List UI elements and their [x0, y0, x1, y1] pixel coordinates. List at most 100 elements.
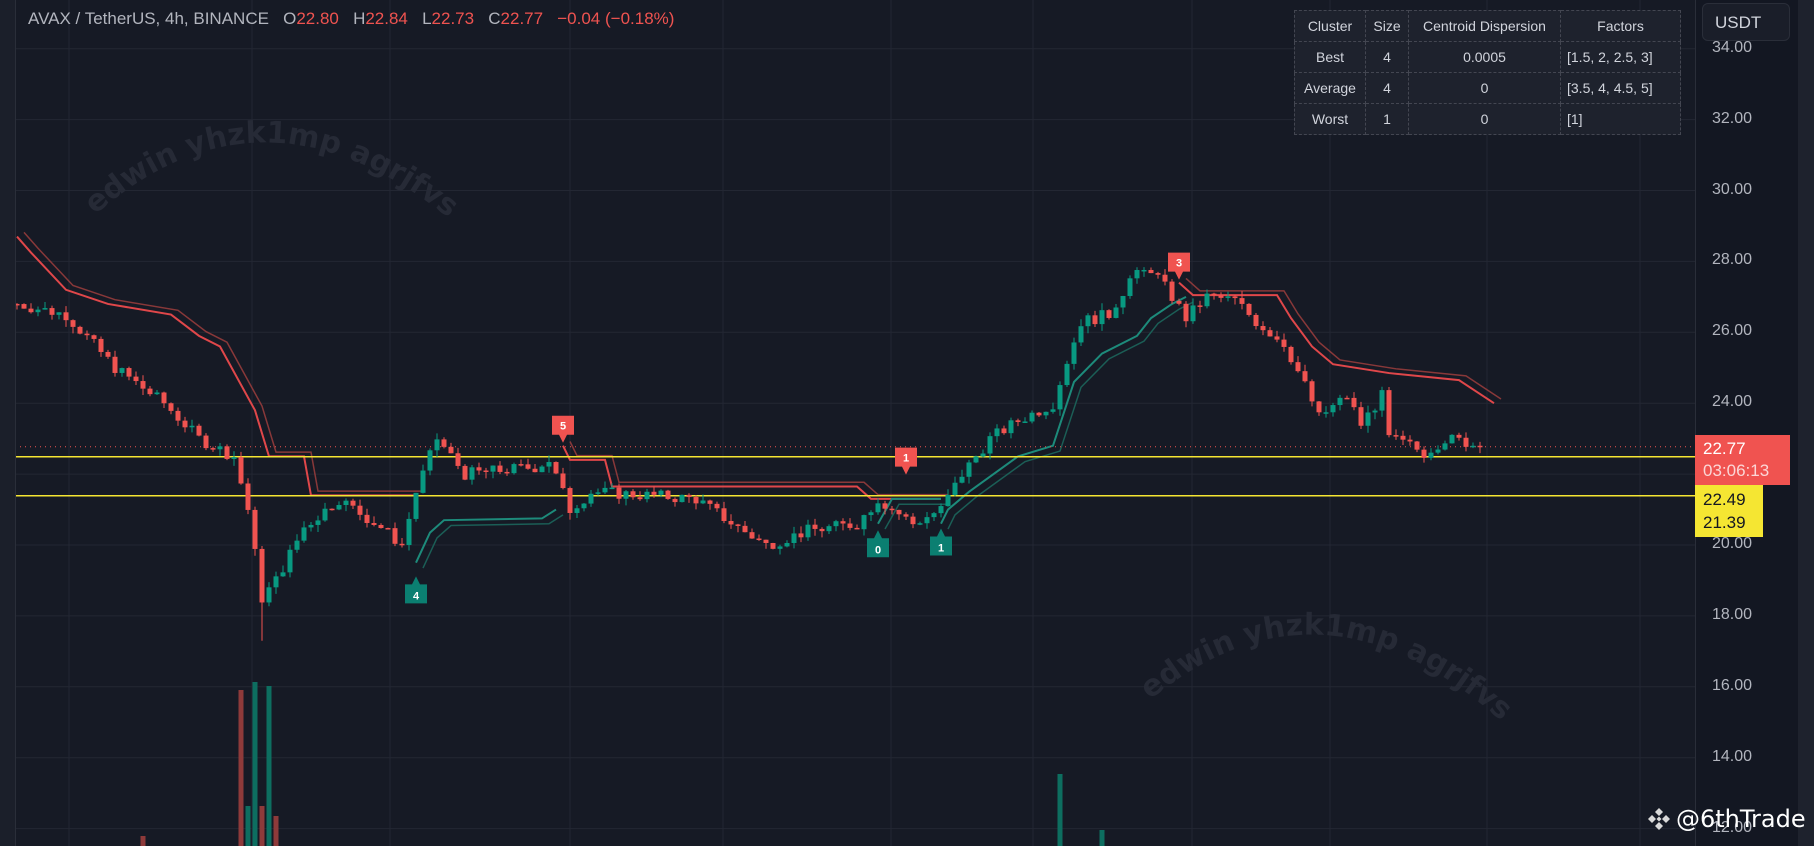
tick-label: 24.00 [1712, 393, 1753, 411]
candle-down [1232, 296, 1238, 299]
candle-up [987, 436, 993, 454]
volume-bar [252, 682, 258, 846]
candle-down [364, 514, 370, 523]
candle-down [560, 473, 566, 489]
candle-down [518, 464, 524, 466]
candle-down [1211, 293, 1217, 296]
candle-up [917, 523, 923, 525]
candle-down [1197, 305, 1203, 307]
candle-up [1043, 411, 1049, 416]
candle-up [42, 308, 48, 310]
candle-down [1218, 295, 1224, 298]
candle-down [385, 528, 391, 530]
candle-up [231, 457, 237, 459]
level-upper-label: 22.49 [1703, 490, 1746, 509]
candle-up [875, 503, 881, 513]
candle-down [259, 548, 265, 603]
candle-up [644, 491, 650, 500]
candle-down [126, 368, 132, 377]
currency-button[interactable]: USDT [1702, 3, 1790, 41]
table-row: Average 4 0 [3.5, 4, 4.5, 5] [1294, 72, 1681, 104]
candle-down [721, 508, 727, 522]
candle-down [357, 505, 363, 515]
candle-up [966, 462, 972, 477]
candle-down [497, 465, 503, 472]
binance-logo-icon [1648, 808, 1670, 830]
candle-up [1008, 420, 1014, 434]
candle-up [868, 512, 874, 516]
table-cell: Average [1294, 72, 1366, 104]
candle-down [1106, 310, 1112, 318]
candle-down [1463, 437, 1469, 447]
signal-label: 0 [875, 544, 881, 556]
candle-up [1379, 390, 1385, 411]
candle-up [602, 487, 608, 493]
candle-down [1302, 371, 1308, 382]
candle-down [819, 528, 825, 532]
candle-down [371, 522, 377, 525]
candle-down [70, 320, 76, 327]
candle-up [1022, 421, 1028, 423]
candle-down [1001, 428, 1007, 434]
supertrend-lower-line [940, 295, 1187, 525]
tick-label: 32.00 [1712, 109, 1753, 127]
volume-bar [1099, 830, 1105, 846]
supertrend-lower-line [877, 497, 941, 525]
candle-down [1407, 439, 1413, 442]
brand-watermark: @6thTrade [1646, 805, 1806, 833]
candle-down [910, 516, 916, 525]
last-price-label: 22.77 03:06:13 [1695, 435, 1790, 485]
candle-down [1309, 381, 1315, 402]
candle-up [1064, 363, 1070, 386]
table-cell: Worst [1294, 103, 1366, 135]
candle-down [140, 381, 146, 389]
candle-down [798, 533, 804, 538]
candle-down [532, 468, 538, 473]
high-label: H [353, 9, 366, 28]
table-header: Centroid Dispersion [1408, 10, 1561, 42]
left-toolbar-edge [0, 0, 16, 846]
right-panel-edge [1798, 0, 1814, 846]
candle-up [581, 503, 587, 509]
volume-bars [140, 682, 1105, 846]
tick-label: 14.00 [1712, 747, 1753, 765]
candle-up [1428, 452, 1434, 458]
table-cell: 4 [1365, 41, 1409, 73]
candle-up [1120, 295, 1126, 308]
low-label: L [422, 9, 432, 28]
candle-up [931, 513, 937, 518]
candle-up [189, 425, 195, 428]
candle-down [896, 509, 902, 515]
candle-down [847, 523, 853, 528]
candle-down [714, 503, 720, 509]
candle-down [1253, 314, 1259, 327]
candle-down [504, 471, 510, 474]
table-cell: 4 [1365, 72, 1409, 104]
candle-down [1316, 401, 1322, 413]
candle-up [322, 508, 328, 521]
tick-label: 28.00 [1712, 251, 1753, 269]
candle-down [455, 453, 461, 466]
candle-up [833, 521, 839, 527]
candle-up [1141, 269, 1147, 272]
candle-up [1470, 445, 1476, 448]
candle-down [728, 521, 734, 525]
candle-up [1134, 270, 1140, 279]
signal-label: 4 [413, 590, 420, 602]
candle-up [287, 549, 293, 573]
candle-up [952, 482, 958, 495]
candle-down [392, 528, 398, 544]
supertrend-upper-line-2 [23, 231, 423, 492]
candle-up [1078, 326, 1084, 343]
candle-down [476, 467, 482, 471]
candle-down [1477, 445, 1483, 448]
candle-down [889, 508, 895, 511]
candle-down [161, 392, 167, 404]
candle-down [196, 425, 202, 436]
candle-up [1099, 310, 1105, 325]
symbol-info[interactable]: AVAX / TetherUS, 4h, BINANCE [28, 9, 269, 28]
candle-up [308, 524, 314, 528]
candle-down [854, 527, 860, 530]
candle-down [1288, 346, 1294, 363]
table-row: Worst 1 0 [1] [1294, 103, 1681, 135]
